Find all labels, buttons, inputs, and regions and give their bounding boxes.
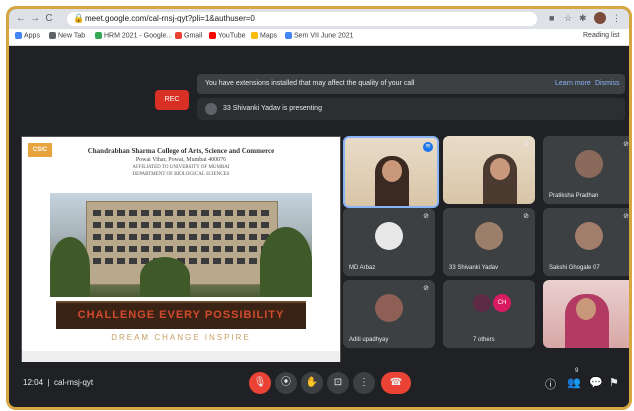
others-tile[interactable]: CH 7 others [443,280,535,348]
others-count: 7 others [473,337,495,343]
extensions-icon[interactable]: ✱ [579,13,587,24]
participant-avatar [475,222,503,250]
slide-tagline: DREAM CHANGE INSPIRE [111,333,251,342]
dismiss-button[interactable]: Dismiss [595,80,620,87]
presenting-text: 33 Shivanki Yadav is presenting [223,105,322,112]
participant-name: Aditi upadhyay [349,337,389,343]
banner-message: You have extensions installed that may a… [205,80,415,87]
presenting-bar: 33 Shivanki Yadav is presenting [197,98,625,120]
participant-tile[interactable]: ⊘ 33 Shivanki Yadav [443,208,535,276]
bookmark-sem[interactable]: Sem VII June 2021 [285,32,354,39]
bookmark-gmail[interactable]: Gmail [175,32,202,39]
bookmark-new-tab[interactable]: New Tab [49,32,85,39]
participant-avatar [375,294,403,322]
tree [140,257,190,297]
participant-name: Sakshi Ghogale 07 [549,265,600,271]
end-call-button[interactable]: ☎ [381,372,411,394]
url-text: meet.google.com/cal-rnsj-qyt?pli=1&authu… [85,14,255,23]
youtube-icon [209,32,216,39]
gmail-icon [175,32,182,39]
college-building-photo [50,193,312,297]
activities-icon[interactable]: ⚑ [609,376,619,389]
presentation-slide: CSIC Chandrabhan Sharma College of Arts,… [21,136,341,368]
docs-icon [285,32,292,39]
meeting-controls-bar: 12:04 | cal-rnsj-qyt 🎙 ⦿ ✋ ⊡ ⋮ ☎ ⓘ 👥 9 💬… [9,362,629,407]
chat-icon[interactable]: 💬 [589,376,603,389]
reload-icon[interactable]: C [43,13,55,25]
participant-tile[interactable]: ⊘ [443,136,535,204]
camera-toggle-button[interactable]: ⦿ [275,372,297,394]
bookmark-apps[interactable]: Apps [15,32,40,39]
raise-hand-button[interactable]: ✋ [301,372,323,394]
info-icon[interactable]: ⓘ [545,376,556,392]
apps-icon [15,32,22,39]
recording-badge: REC [155,90,189,110]
participant-avatar [575,222,603,250]
participant-name: MD Arbaz [349,265,376,271]
participant-name: Pratiksha Pradhan [549,193,599,199]
participant-avatar [473,294,491,312]
profile-avatar[interactable] [594,12,606,24]
camera-permission-icon[interactable]: ■ [549,13,554,23]
participant-initials: CH [493,294,511,312]
speaking-icon: ≋ [423,142,433,152]
motto-banner: CHALLENGE EVERY POSSIBILITY [56,301,306,329]
participant-tile[interactable] [543,280,629,348]
learn-more-link[interactable]: Learn more [555,80,591,87]
participant-tile[interactable]: ⊘ MD Arbaz [343,208,435,276]
participant-count-badge: 9 [575,368,579,374]
participant-tile[interactable]: ⊘ Sakshi Ghogale 07 [543,208,629,276]
slide-address: Powai Vihar, Powai, Mumbai 400076 [135,157,227,163]
meeting-time-code: 12:04 | cal-rnsj-qyt [23,378,94,387]
more-options-button[interactable]: ⋮ [353,372,375,394]
bookmark-maps[interactable]: Maps [251,32,277,39]
mic-off-icon: ⊘ [523,213,529,220]
lock-icon: 🔒 [73,13,85,23]
browser-toolbar: ← → C 🔒 meet.google.com/cal-rnsj-qyt?pli… [9,9,629,29]
people-icon[interactable]: 👥 [567,376,581,389]
extension-warning-banner: You have extensions installed that may a… [197,74,625,94]
address-bar[interactable]: 🔒 meet.google.com/cal-rnsj-qyt?pli=1&aut… [67,12,537,26]
participant-name: 33 Shivanki Yadav [449,265,499,271]
forward-icon[interactable]: → [29,13,41,25]
star-icon[interactable]: ☆ [564,13,572,24]
bookmark-youtube[interactable]: YouTube [209,32,246,39]
presenter-avatar [205,103,217,115]
mic-off-icon: ⊘ [423,213,429,220]
participant-avatar [575,150,603,178]
participant-tile[interactable]: ≋ [343,136,439,208]
mic-off-icon: ⊘ [423,285,429,292]
window-frame: ← → C 🔒 meet.google.com/cal-rnsj-qyt?pli… [6,6,632,410]
bookmark-hrm[interactable]: HRM 2021 - Google... [95,32,172,39]
mic-toggle-button[interactable]: 🎙 [249,372,271,394]
present-button[interactable]: ⊡ [327,372,349,394]
slide-college-name: Chandrabhan Sharma College of Arts, Scie… [87,147,275,155]
sheets-icon [95,32,102,39]
participant-tile[interactable]: ⊘ Pratiksha Pradhan [543,136,629,204]
bookmarks-bar: Apps New Tab HRM 2021 - Google... Gmail … [9,29,629,46]
mic-off-icon: ⊘ [523,141,529,148]
slide-motto: CHALLENGE EVERY POSSIBILITY [77,309,285,321]
participant-tile[interactable]: ⊘ Aditi upadhyay [343,280,435,348]
maps-icon [251,32,258,39]
tree [50,237,90,297]
menu-icon[interactable]: ⋮ [612,13,621,24]
slide-affiliation: AFFILIATED TO UNIVERSITY OF MUMBAI [132,165,230,170]
mic-off-icon: ⊘ [623,141,629,148]
globe-icon [49,32,56,39]
back-icon[interactable]: ← [15,13,27,25]
mic-off-icon: ⊘ [623,213,629,220]
meet-area: REC You have extensions installed that m… [9,46,629,407]
tree [260,227,312,297]
reading-list[interactable]: Reading list [583,32,620,39]
participant-avatar [375,222,403,250]
slide-department: DEPARTMENT OF BIOLOGICAL SCIENCES [132,172,230,177]
